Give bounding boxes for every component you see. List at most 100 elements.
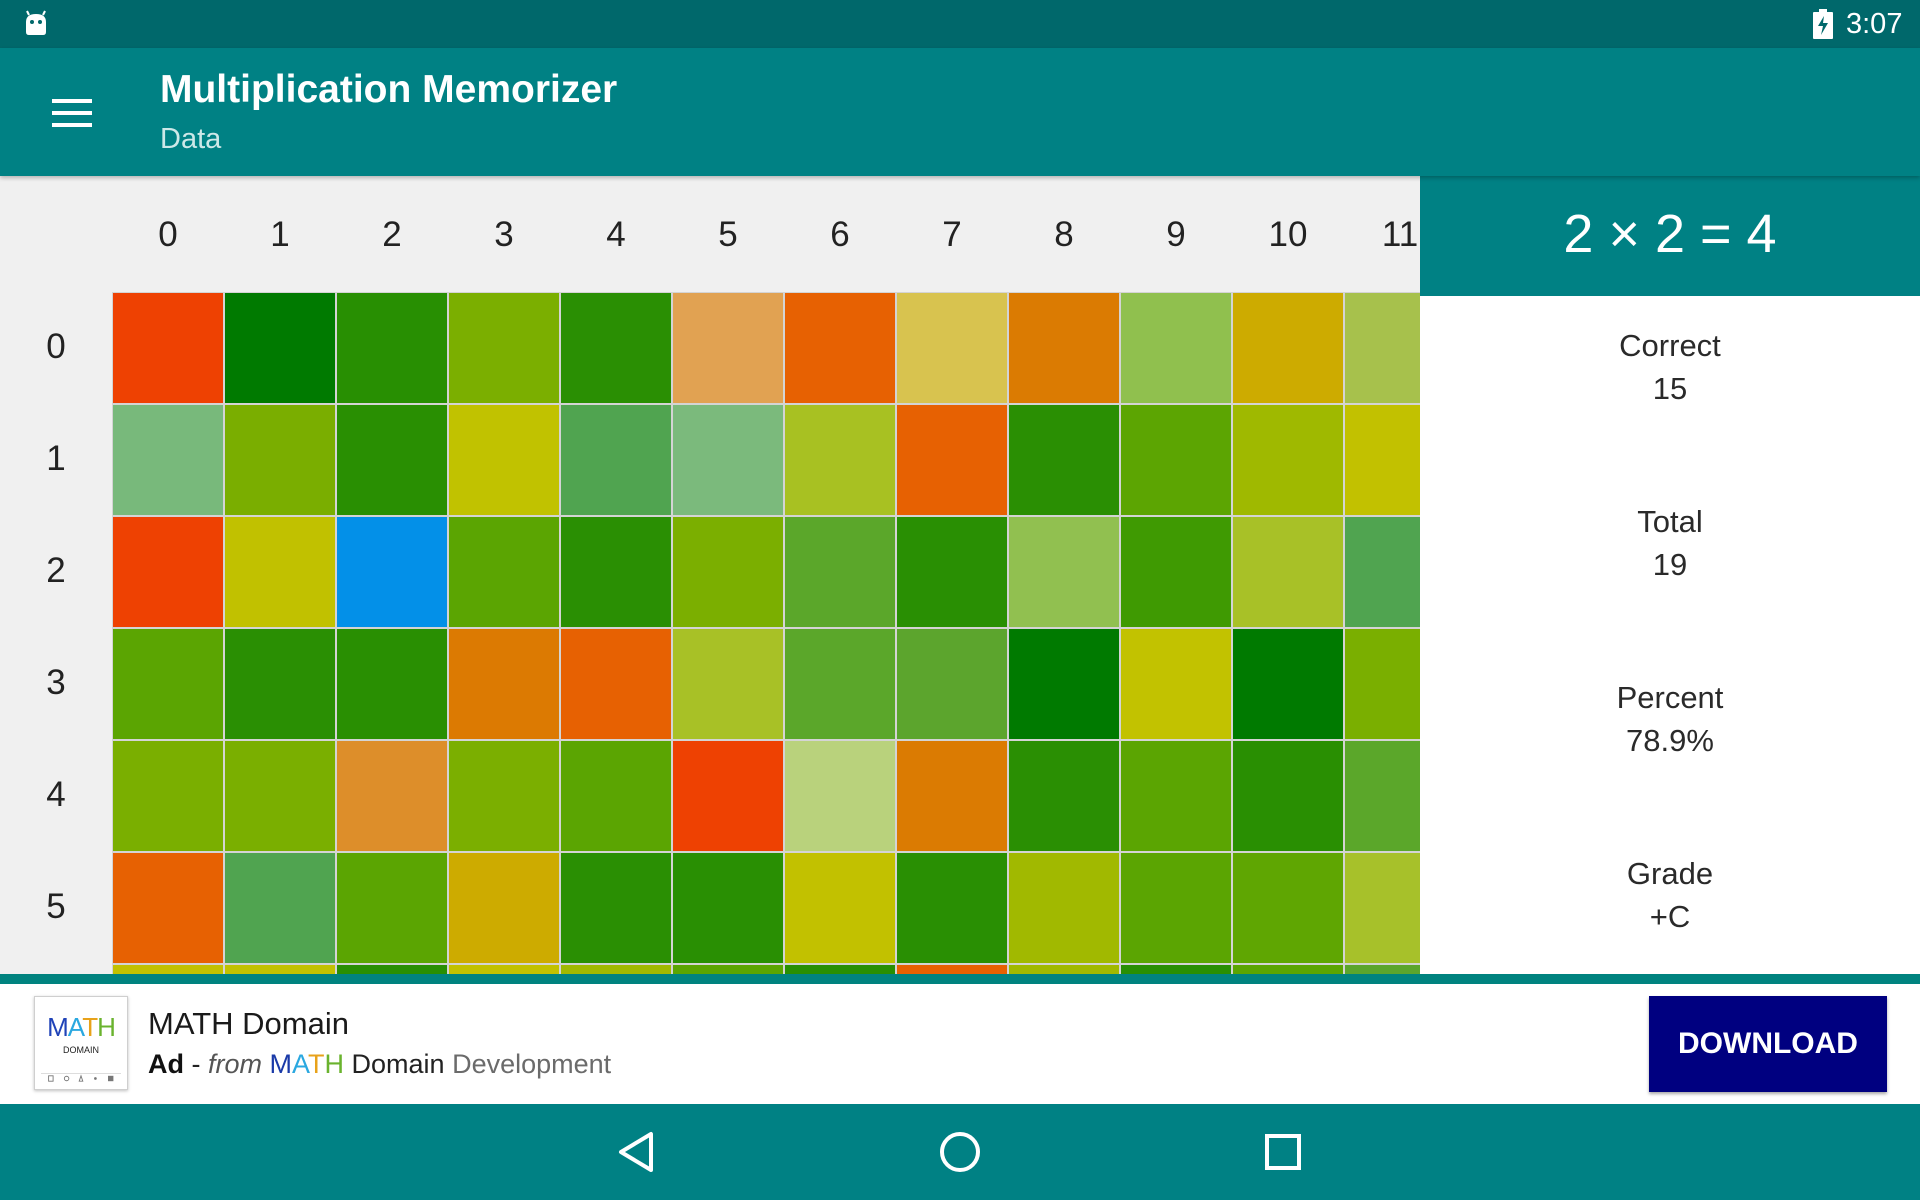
- grid-cell[interactable]: [1345, 741, 1420, 851]
- grid-cell[interactable]: [225, 405, 335, 515]
- grid-cell[interactable]: [1121, 293, 1231, 403]
- grid-cell[interactable]: [113, 405, 223, 515]
- recents-square-icon[interactable]: [1253, 1122, 1313, 1182]
- grid-cell[interactable]: [785, 517, 895, 627]
- ad-banner[interactable]: MATH DOMAIN MATH Domain Ad - from MATH D…: [0, 984, 1920, 1104]
- grid-cell[interactable]: [449, 517, 559, 627]
- grid-cell[interactable]: [561, 965, 671, 974]
- grid-cell[interactable]: [337, 517, 447, 627]
- grid-cell[interactable]: [673, 629, 783, 739]
- grid-cell[interactable]: [673, 853, 783, 963]
- grid-cell[interactable]: [225, 741, 335, 851]
- grid-cell[interactable]: [337, 405, 447, 515]
- back-triangle-icon[interactable]: [607, 1122, 667, 1182]
- grid-cell[interactable]: [1009, 741, 1119, 851]
- grid-cell[interactable]: [1345, 629, 1420, 739]
- grid-cell[interactable]: [785, 965, 895, 974]
- grid-cell[interactable]: [785, 293, 895, 403]
- grid-cell[interactable]: [673, 741, 783, 851]
- grid-cell[interactable]: [1009, 853, 1119, 963]
- status-bar: 3:07: [0, 0, 1920, 48]
- grid-cell[interactable]: [449, 405, 559, 515]
- grid-cell[interactable]: [897, 853, 1007, 963]
- grid-cell[interactable]: [1233, 293, 1343, 403]
- grid-cell[interactable]: [561, 293, 671, 403]
- android-debug-icon: [26, 10, 46, 35]
- grid-cell[interactable]: [1345, 405, 1420, 515]
- grid-cell[interactable]: [449, 629, 559, 739]
- grid-cell[interactable]: [785, 741, 895, 851]
- home-circle-icon[interactable]: [930, 1122, 990, 1182]
- grid-cell[interactable]: [1233, 741, 1343, 851]
- grid-cell[interactable]: [449, 293, 559, 403]
- grid-cell[interactable]: [785, 629, 895, 739]
- grid-cell[interactable]: [673, 405, 783, 515]
- grid-cell[interactable]: [337, 293, 447, 403]
- grid-cell[interactable]: [1009, 293, 1119, 403]
- grid-cell[interactable]: [1009, 629, 1119, 739]
- grid-cell[interactable]: [1345, 965, 1420, 974]
- grid-cell[interactable]: [1121, 741, 1231, 851]
- grid-cell[interactable]: [673, 293, 783, 403]
- grid-cell[interactable]: [561, 853, 671, 963]
- grid-cell[interactable]: [897, 629, 1007, 739]
- grid-cell[interactable]: [225, 517, 335, 627]
- grid-cell[interactable]: [337, 853, 447, 963]
- grid-cell[interactable]: [1009, 405, 1119, 515]
- grid-cell[interactable]: [113, 965, 223, 974]
- grid-cell[interactable]: [1121, 517, 1231, 627]
- grid-cell[interactable]: [337, 629, 447, 739]
- grid-cell[interactable]: [1233, 405, 1343, 515]
- grid-cell[interactable]: [113, 293, 223, 403]
- ad-title[interactable]: MATH Domain: [148, 1006, 349, 1042]
- ad-logo-toolbar-icon: [41, 1073, 121, 1082]
- grid-cell[interactable]: [1233, 965, 1343, 974]
- grid-cell[interactable]: [113, 517, 223, 627]
- grid-cell[interactable]: [561, 405, 671, 515]
- grid-cell[interactable]: [673, 965, 783, 974]
- grid-cell[interactable]: [225, 965, 335, 974]
- multiplication-grid[interactable]: 0 1 2 3 4 5 6 7 8 9 10 11 0 1 2 3 4 5: [0, 176, 1420, 974]
- grid-cell[interactable]: [225, 853, 335, 963]
- grid-cell[interactable]: [897, 741, 1007, 851]
- grid-cell[interactable]: [673, 517, 783, 627]
- grid-cell[interactable]: [1233, 853, 1343, 963]
- ad-app-logo[interactable]: MATH DOMAIN: [34, 996, 128, 1090]
- grid-cell[interactable]: [337, 965, 447, 974]
- download-button[interactable]: DOWNLOAD: [1649, 996, 1887, 1092]
- grid-cell[interactable]: [785, 853, 895, 963]
- grid-cell[interactable]: [1345, 293, 1420, 403]
- grid-cell[interactable]: [113, 629, 223, 739]
- grid-cell[interactable]: [1121, 965, 1231, 974]
- grid-cell[interactable]: [1345, 517, 1420, 627]
- grid-cell[interactable]: [1345, 853, 1420, 963]
- grid-cell[interactable]: [561, 741, 671, 851]
- grid-cell[interactable]: [897, 405, 1007, 515]
- grid-cell[interactable]: [785, 405, 895, 515]
- grid-cell[interactable]: [337, 741, 447, 851]
- grid-cell[interactable]: [1009, 517, 1119, 627]
- ad-logo-word: MATH: [35, 1013, 127, 1041]
- grid-cell[interactable]: [1121, 405, 1231, 515]
- grid-cell[interactable]: [113, 853, 223, 963]
- grid-cell[interactable]: [1233, 629, 1343, 739]
- grid-cell[interactable]: [113, 741, 223, 851]
- grid-cell[interactable]: [225, 293, 335, 403]
- grid-cell[interactable]: [1009, 965, 1119, 974]
- grid-cell[interactable]: [1121, 629, 1231, 739]
- grid-cell[interactable]: [561, 517, 671, 627]
- ad-logo-letter: H: [97, 1012, 116, 1042]
- grid-cell[interactable]: [897, 965, 1007, 974]
- grid-cell[interactable]: [1121, 853, 1231, 963]
- ad-logo-letter: A: [67, 1012, 83, 1042]
- grid-cell[interactable]: [897, 517, 1007, 627]
- grid-cell[interactable]: [561, 629, 671, 739]
- grid-cell[interactable]: [449, 741, 559, 851]
- grid-cell[interactable]: [225, 629, 335, 739]
- grid-cell[interactable]: [1233, 517, 1343, 627]
- grid-cell[interactable]: [449, 965, 559, 974]
- hamburger-menu-icon[interactable]: [40, 88, 104, 138]
- grid-cell[interactable]: [449, 853, 559, 963]
- stat-label: Grade: [1626, 856, 1714, 891]
- grid-cell[interactable]: [897, 293, 1007, 403]
